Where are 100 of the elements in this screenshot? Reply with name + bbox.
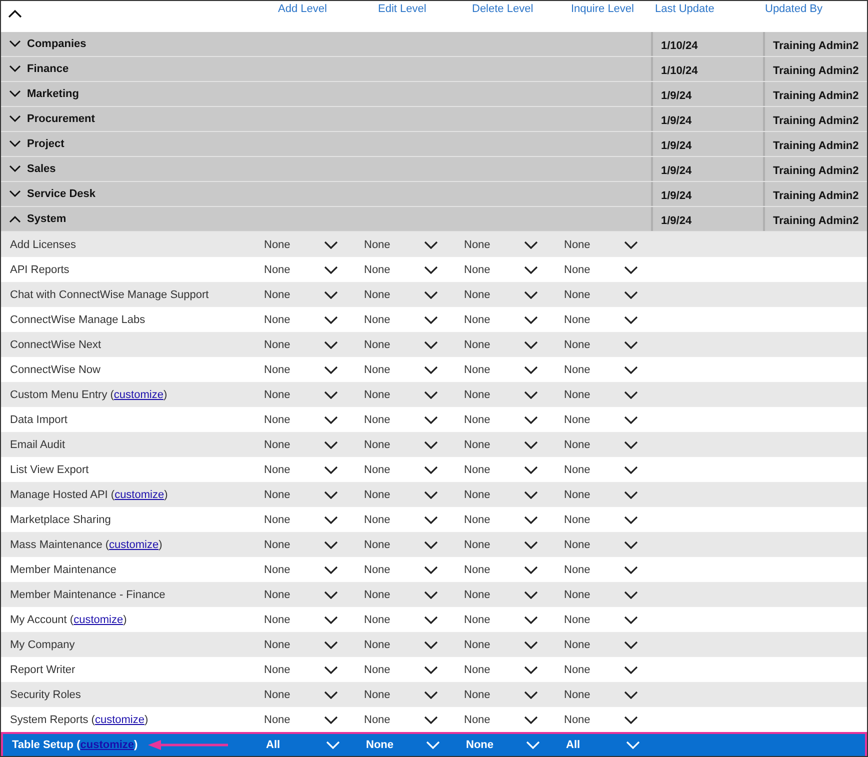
group-row[interactable]: Procurement 1/9/24 Training Admin2 [1, 107, 867, 132]
group-row[interactable]: Project 1/9/24 Training Admin2 [1, 132, 867, 157]
caret-icon[interactable] [424, 566, 438, 574]
caret-icon[interactable] [624, 240, 638, 248]
level-dropdown[interactable]: None [464, 488, 538, 500]
permission-row[interactable]: System Reports (customize) None None None None [1, 707, 867, 732]
caret-icon[interactable] [624, 590, 638, 598]
level-dropdown[interactable]: None [464, 338, 538, 350]
level-dropdown[interactable]: None [464, 288, 538, 300]
permission-row[interactable]: ConnectWise Manage Labs None None None None [1, 307, 867, 332]
caret-icon[interactable] [324, 566, 338, 574]
level-dropdown[interactable]: None [464, 238, 538, 250]
caret-icon[interactable] [524, 666, 538, 674]
permission-row[interactable]: API Reports None None None None [1, 257, 867, 282]
level-dropdown[interactable]: None [464, 614, 538, 626]
caret-icon[interactable] [624, 466, 638, 474]
level-dropdown[interactable]: None [564, 488, 638, 500]
level-dropdown[interactable]: None [464, 414, 538, 426]
level-dropdown[interactable]: None [464, 688, 538, 700]
customize-link[interactable]: customize [109, 538, 159, 550]
level-dropdown[interactable]: None [264, 388, 338, 400]
caret-icon[interactable] [324, 240, 338, 248]
caret-icon[interactable] [424, 690, 438, 698]
caret-icon[interactable] [524, 340, 538, 348]
caret-icon[interactable] [524, 590, 538, 598]
caret-icon[interactable] [524, 516, 538, 524]
level-dropdown[interactable]: None [364, 238, 438, 250]
level-dropdown[interactable]: None [564, 538, 638, 550]
permission-row[interactable]: ConnectWise Now None None None None [1, 357, 867, 382]
level-dropdown[interactable]: None [564, 264, 638, 276]
level-dropdown[interactable]: None [564, 288, 638, 300]
chevron-icon[interactable] [9, 90, 21, 98]
level-dropdown[interactable]: None [464, 514, 538, 526]
caret-icon[interactable] [524, 266, 538, 274]
level-dropdown[interactable]: None [264, 314, 338, 326]
permission-row[interactable]: Add Licenses None None None None [1, 232, 867, 257]
caret-icon[interactable] [324, 540, 338, 548]
chevron-icon[interactable] [9, 140, 21, 148]
collapse-all-icon[interactable] [8, 9, 22, 18]
level-dropdown[interactable]: None [264, 414, 338, 426]
chevron-icon[interactable] [9, 65, 21, 73]
caret-icon[interactable] [424, 316, 438, 324]
caret-icon[interactable] [424, 390, 438, 398]
level-dropdown[interactable]: None [564, 464, 638, 476]
level-dropdown[interactable]: None [364, 514, 438, 526]
caret-icon[interactable] [424, 716, 438, 724]
caret-icon[interactable] [424, 640, 438, 648]
caret-icon[interactable] [324, 716, 338, 724]
level-dropdown[interactable]: None [564, 588, 638, 600]
level-dropdown[interactable]: None [364, 364, 438, 376]
permission-row[interactable]: My Company None None None None [1, 632, 867, 657]
customize-link[interactable]: customize [114, 488, 164, 500]
permission-row[interactable]: My Account (customize) None None None None [1, 607, 867, 632]
level-dropdown[interactable]: None [464, 538, 538, 550]
level-dropdown[interactable]: None [466, 739, 540, 751]
caret-icon[interactable] [624, 490, 638, 498]
caret-icon[interactable] [424, 540, 438, 548]
caret-icon[interactable] [324, 466, 338, 474]
level-dropdown[interactable]: None [464, 364, 538, 376]
level-dropdown[interactable]: None [564, 238, 638, 250]
permission-row[interactable]: Data Import None None None None [1, 407, 867, 432]
caret-icon[interactable] [324, 316, 338, 324]
caret-icon[interactable] [524, 640, 538, 648]
permission-row[interactable]: Marketplace Sharing None None None None [1, 507, 867, 532]
caret-icon[interactable] [424, 466, 438, 474]
column-header[interactable]: Inquire Level [571, 3, 634, 15]
group-row[interactable]: Service Desk 1/9/24 Training Admin2 [1, 182, 867, 207]
caret-icon[interactable] [624, 666, 638, 674]
caret-icon[interactable] [624, 566, 638, 574]
level-dropdown[interactable]: None [464, 438, 538, 450]
level-dropdown[interactable]: None [364, 488, 438, 500]
level-dropdown[interactable]: None [564, 414, 638, 426]
caret-icon[interactable] [324, 416, 338, 424]
permission-row[interactable]: Email Audit None None None None [1, 432, 867, 457]
level-dropdown[interactable]: None [464, 714, 538, 726]
level-dropdown[interactable]: None [464, 638, 538, 650]
caret-icon[interactable] [324, 616, 338, 624]
caret-icon[interactable] [624, 366, 638, 374]
permission-row[interactable]: Table Setup (customize) All None None All [1, 732, 867, 756]
caret-icon[interactable] [324, 690, 338, 698]
level-dropdown[interactable]: None [364, 664, 438, 676]
caret-icon[interactable] [524, 366, 538, 374]
level-dropdown[interactable]: None [264, 338, 338, 350]
level-dropdown[interactable]: None [564, 614, 638, 626]
caret-icon[interactable] [424, 266, 438, 274]
chevron-icon[interactable] [9, 115, 21, 123]
caret-icon[interactable] [424, 366, 438, 374]
caret-icon[interactable] [524, 566, 538, 574]
caret-icon[interactable] [324, 440, 338, 448]
permission-row[interactable]: Chat with ConnectWise Manage Support None None None None [1, 282, 867, 307]
caret-icon[interactable] [524, 490, 538, 498]
level-dropdown[interactable]: None [564, 514, 638, 526]
caret-icon[interactable] [624, 440, 638, 448]
caret-icon[interactable] [624, 416, 638, 424]
level-dropdown[interactable]: None [564, 714, 638, 726]
level-dropdown[interactable]: None [366, 739, 440, 751]
level-dropdown[interactable]: None [564, 638, 638, 650]
caret-icon[interactable] [524, 616, 538, 624]
level-dropdown[interactable]: None [264, 238, 338, 250]
chevron-icon[interactable] [9, 165, 21, 173]
